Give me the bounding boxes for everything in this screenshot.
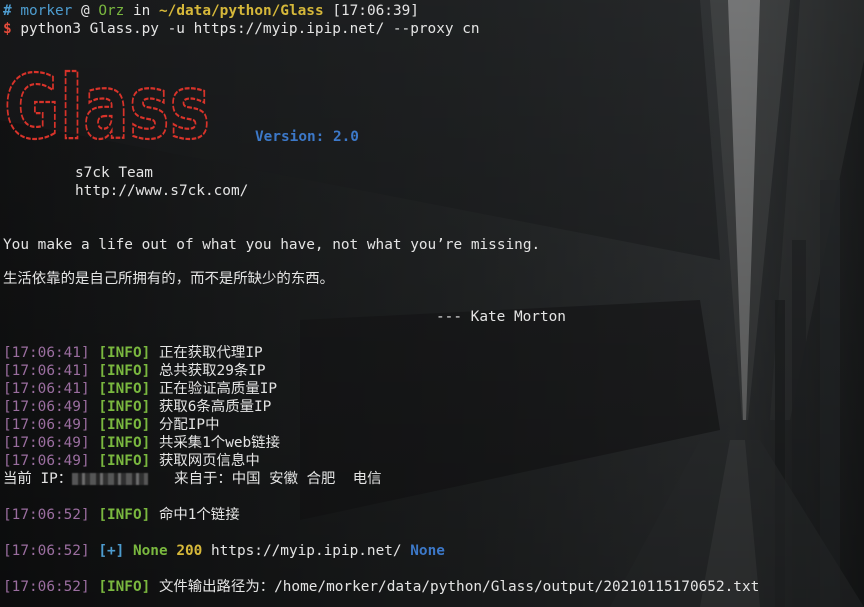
log-time: [17:06:41] bbox=[3, 363, 90, 379]
log-message: 命中1个链接 bbox=[158, 507, 240, 523]
log-time: [17:06:52] bbox=[3, 579, 90, 595]
result-url: https://myip.ipip.net/ bbox=[210, 543, 402, 559]
log-tag: [INFO] bbox=[98, 435, 151, 451]
log-line: [17:06:49] [INFO] 获取网页信息中 bbox=[3, 452, 260, 470]
log-time: [17:06:41] bbox=[3, 345, 90, 361]
prompt-in: in bbox=[133, 3, 151, 19]
prompt-path: ~/data/python/Glass bbox=[159, 3, 324, 19]
terminal-output: # morker @ Orz in ~/data/python/Glass [1… bbox=[0, 0, 864, 607]
log-tag: [INFO] bbox=[98, 417, 151, 433]
prompt-user: morker bbox=[20, 3, 73, 19]
log-time: [17:06:49] bbox=[3, 435, 90, 451]
command-text: python3 Glass.py -u https://myip.ipip.ne… bbox=[20, 21, 480, 37]
log-tag: [INFO] bbox=[98, 399, 151, 415]
log-line-hit: [17:06:52] [INFO] 命中1个链接 bbox=[3, 506, 240, 524]
result-tag: [+] bbox=[98, 543, 125, 559]
quote-chinese: 生活依靠的是自己所拥有的，而不是所缺少的东西。 bbox=[3, 271, 334, 287]
log-time: [17:06:41] bbox=[3, 381, 90, 397]
redacted-ip bbox=[72, 473, 149, 485]
log-line: [17:06:49] [INFO] 分配IP中 bbox=[3, 416, 219, 434]
svg-text:Glass: Glass bbox=[4, 68, 210, 150]
log-message: 分配IP中 bbox=[158, 417, 220, 433]
quote-english: You make a life out of what you have, no… bbox=[3, 237, 541, 253]
result-none: None bbox=[132, 543, 168, 559]
team-site: http://www.s7ck.com/ bbox=[75, 183, 249, 199]
log-message: 共采集1个web链接 bbox=[158, 435, 280, 451]
log-message: 获取6条高质量IP bbox=[158, 399, 272, 415]
team-name: s7ck Team bbox=[75, 165, 153, 181]
log-message: 正在获取代理IP bbox=[158, 345, 263, 361]
log-time: [17:06:49] bbox=[3, 399, 90, 415]
log-time: [17:06:52] bbox=[3, 507, 90, 523]
log-tag: [INFO] bbox=[98, 363, 151, 379]
log-line: [17:06:49] [INFO] 获取6条高质量IP bbox=[3, 398, 271, 416]
current-ip-source: 来自于：中国 安徽 合肥 电信 bbox=[174, 471, 382, 487]
log-line: [17:06:41] [INFO] 正在验证高质量IP bbox=[3, 380, 277, 398]
log-message: 总共获取29条IP bbox=[158, 363, 266, 379]
glass-logo: Glass bbox=[4, 68, 211, 150]
log-tag: [INFO] bbox=[98, 453, 151, 469]
log-tag: [INFO] bbox=[98, 579, 151, 595]
result-line: [17:06:52] [+] None 200 https://myip.ipi… bbox=[3, 542, 445, 560]
prompt-dollar: $ bbox=[3, 21, 12, 37]
quote-author: --- Kate Morton bbox=[436, 309, 566, 325]
shell-prompt: # morker @ Orz in ~/data/python/Glass [1… bbox=[3, 2, 419, 20]
log-time: [17:06:49] bbox=[3, 453, 90, 469]
log-tag: [INFO] bbox=[98, 381, 151, 397]
prompt-at: @ bbox=[81, 3, 90, 19]
current-ip-line: 当前 IP： 来自于：中国 安徽 合肥 电信 bbox=[3, 470, 382, 488]
log-line: [17:06:41] [INFO] 正在获取代理IP bbox=[3, 344, 263, 362]
prompt-time: [17:06:39] bbox=[332, 3, 419, 19]
version-label: Version: 2.0 bbox=[255, 129, 359, 145]
command-line: $ python3 Glass.py -u https://myip.ipip.… bbox=[3, 20, 480, 38]
log-tag: [INFO] bbox=[98, 345, 151, 361]
log-message: 正在验证高质量IP bbox=[158, 381, 278, 397]
output-path: 文件输出路径为：/home/morker/data/python/Glass/o… bbox=[158, 579, 760, 595]
log-time: [17:06:52] bbox=[3, 543, 90, 559]
log-line: [17:06:41] [INFO] 总共获取29条IP bbox=[3, 362, 266, 380]
prompt-hash: # bbox=[3, 3, 12, 19]
result-status: 200 bbox=[176, 543, 203, 559]
log-line-output: [17:06:52] [INFO] 文件输出路径为：/home/morker/d… bbox=[3, 578, 759, 596]
log-tag: [INFO] bbox=[98, 507, 151, 523]
log-time: [17:06:49] bbox=[3, 417, 90, 433]
current-ip-label: 当前 IP： bbox=[3, 471, 73, 487]
result-none-2: None bbox=[410, 543, 445, 559]
log-message: 获取网页信息中 bbox=[158, 453, 260, 469]
log-line: [17:06:49] [INFO] 共采集1个web链接 bbox=[3, 434, 280, 452]
prompt-host: Orz bbox=[98, 3, 125, 19]
